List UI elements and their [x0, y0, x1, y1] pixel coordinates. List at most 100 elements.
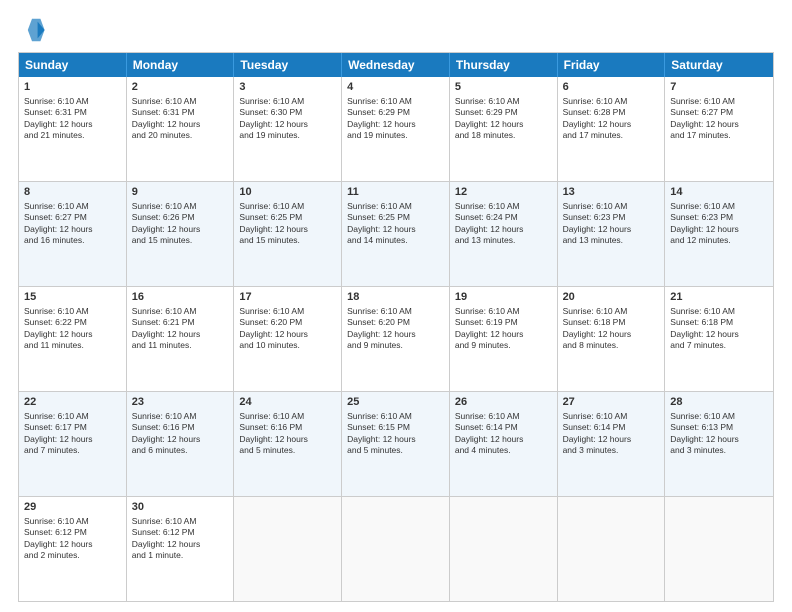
day-info-line: and 16 minutes.: [24, 235, 121, 246]
day-info-line: Sunset: 6:27 PM: [670, 107, 768, 118]
day-info-line: and 9 minutes.: [455, 340, 552, 351]
day-info-line: and 5 minutes.: [239, 445, 336, 456]
day-number: 2: [132, 80, 229, 95]
header-day: Thursday: [450, 53, 558, 77]
calendar-day-cell: 14Sunrise: 6:10 AMSunset: 6:23 PMDayligh…: [665, 182, 773, 286]
day-number: 9: [132, 185, 229, 200]
day-number: 21: [670, 290, 768, 305]
day-info-line: and 5 minutes.: [347, 445, 444, 456]
day-info-line: Sunset: 6:20 PM: [347, 317, 444, 328]
day-info-line: Daylight: 12 hours: [132, 539, 229, 550]
calendar-day-cell: 11Sunrise: 6:10 AMSunset: 6:25 PMDayligh…: [342, 182, 450, 286]
day-number: 25: [347, 395, 444, 410]
day-info-line: Sunset: 6:31 PM: [132, 107, 229, 118]
day-info-line: and 7 minutes.: [24, 445, 121, 456]
day-info-line: Sunrise: 6:10 AM: [670, 411, 768, 422]
day-number: 28: [670, 395, 768, 410]
day-info-line: Sunset: 6:16 PM: [239, 422, 336, 433]
day-number: 1: [24, 80, 121, 95]
day-info-line: Sunset: 6:23 PM: [670, 212, 768, 223]
day-number: 24: [239, 395, 336, 410]
day-info-line: Daylight: 12 hours: [132, 434, 229, 445]
day-info-line: Daylight: 12 hours: [455, 119, 552, 130]
calendar-day-cell: 3Sunrise: 6:10 AMSunset: 6:30 PMDaylight…: [234, 77, 342, 181]
day-info-line: Sunrise: 6:10 AM: [347, 201, 444, 212]
day-info-line: Daylight: 12 hours: [239, 329, 336, 340]
calendar-day-cell: 20Sunrise: 6:10 AMSunset: 6:18 PMDayligh…: [558, 287, 666, 391]
calendar: SundayMondayTuesdayWednesdayThursdayFrid…: [18, 52, 774, 602]
day-number: 11: [347, 185, 444, 200]
day-number: 23: [132, 395, 229, 410]
day-info-line: and 11 minutes.: [24, 340, 121, 351]
day-info-line: Daylight: 12 hours: [24, 224, 121, 235]
calendar-week-row: 1Sunrise: 6:10 AMSunset: 6:31 PMDaylight…: [19, 77, 773, 181]
calendar-day-cell: 7Sunrise: 6:10 AMSunset: 6:27 PMDaylight…: [665, 77, 773, 181]
calendar-day-cell: 15Sunrise: 6:10 AMSunset: 6:22 PMDayligh…: [19, 287, 127, 391]
day-info-line: Sunset: 6:16 PM: [132, 422, 229, 433]
day-info-line: Daylight: 12 hours: [563, 119, 660, 130]
day-info-line: Daylight: 12 hours: [239, 119, 336, 130]
day-info-line: and 13 minutes.: [455, 235, 552, 246]
day-info-line: Daylight: 12 hours: [24, 119, 121, 130]
day-info-line: Sunset: 6:25 PM: [239, 212, 336, 223]
day-number: 22: [24, 395, 121, 410]
day-info-line: Sunset: 6:19 PM: [455, 317, 552, 328]
header-day: Tuesday: [234, 53, 342, 77]
day-info-line: and 2 minutes.: [24, 550, 121, 561]
page: SundayMondayTuesdayWednesdayThursdayFrid…: [0, 0, 792, 612]
day-info-line: and 19 minutes.: [239, 130, 336, 141]
day-info-line: Daylight: 12 hours: [670, 434, 768, 445]
calendar-week-row: 22Sunrise: 6:10 AMSunset: 6:17 PMDayligh…: [19, 391, 773, 496]
day-info-line: Daylight: 12 hours: [347, 224, 444, 235]
day-info-line: Daylight: 12 hours: [563, 434, 660, 445]
day-info-line: Sunset: 6:28 PM: [563, 107, 660, 118]
calendar-day-cell: 13Sunrise: 6:10 AMSunset: 6:23 PMDayligh…: [558, 182, 666, 286]
day-info-line: Daylight: 12 hours: [239, 224, 336, 235]
day-number: 6: [563, 80, 660, 95]
day-info-line: Sunrise: 6:10 AM: [132, 96, 229, 107]
day-info-line: and 18 minutes.: [455, 130, 552, 141]
day-info-line: Sunrise: 6:10 AM: [132, 306, 229, 317]
header-day: Monday: [127, 53, 235, 77]
calendar-week-row: 29Sunrise: 6:10 AMSunset: 6:12 PMDayligh…: [19, 496, 773, 601]
calendar-empty-cell: [450, 497, 558, 601]
day-info-line: and 19 minutes.: [347, 130, 444, 141]
calendar-day-cell: 16Sunrise: 6:10 AMSunset: 6:21 PMDayligh…: [127, 287, 235, 391]
day-info-line: and 6 minutes.: [132, 445, 229, 456]
day-info-line: Sunrise: 6:10 AM: [239, 411, 336, 422]
calendar-day-cell: 30Sunrise: 6:10 AMSunset: 6:12 PMDayligh…: [127, 497, 235, 601]
day-info-line: Sunrise: 6:10 AM: [132, 201, 229, 212]
day-info-line: Daylight: 12 hours: [670, 119, 768, 130]
day-info-line: and 9 minutes.: [347, 340, 444, 351]
day-info-line: and 8 minutes.: [563, 340, 660, 351]
day-info-line: Daylight: 12 hours: [24, 434, 121, 445]
calendar-day-cell: 6Sunrise: 6:10 AMSunset: 6:28 PMDaylight…: [558, 77, 666, 181]
day-info-line: Daylight: 12 hours: [24, 329, 121, 340]
day-info-line: and 4 minutes.: [455, 445, 552, 456]
calendar-week-row: 15Sunrise: 6:10 AMSunset: 6:22 PMDayligh…: [19, 286, 773, 391]
calendar-day-cell: 8Sunrise: 6:10 AMSunset: 6:27 PMDaylight…: [19, 182, 127, 286]
day-number: 3: [239, 80, 336, 95]
day-info-line: and 12 minutes.: [670, 235, 768, 246]
day-info-line: Sunset: 6:17 PM: [24, 422, 121, 433]
day-number: 26: [455, 395, 552, 410]
header-day: Friday: [558, 53, 666, 77]
day-info-line: Sunset: 6:31 PM: [24, 107, 121, 118]
day-info-line: Sunset: 6:22 PM: [24, 317, 121, 328]
logo-icon: [18, 16, 46, 44]
day-info-line: Daylight: 12 hours: [24, 539, 121, 550]
day-info-line: Sunrise: 6:10 AM: [455, 411, 552, 422]
day-info-line: Sunrise: 6:10 AM: [347, 96, 444, 107]
day-number: 17: [239, 290, 336, 305]
day-info-line: and 15 minutes.: [239, 235, 336, 246]
day-info-line: Daylight: 12 hours: [455, 224, 552, 235]
calendar-day-cell: 12Sunrise: 6:10 AMSunset: 6:24 PMDayligh…: [450, 182, 558, 286]
day-info-line: Sunrise: 6:10 AM: [455, 201, 552, 212]
day-info-line: Daylight: 12 hours: [670, 224, 768, 235]
day-info-line: Sunset: 6:30 PM: [239, 107, 336, 118]
day-info-line: Sunrise: 6:10 AM: [455, 306, 552, 317]
header-row: [18, 16, 774, 44]
day-number: 16: [132, 290, 229, 305]
calendar-empty-cell: [342, 497, 450, 601]
day-info-line: Sunrise: 6:10 AM: [670, 96, 768, 107]
